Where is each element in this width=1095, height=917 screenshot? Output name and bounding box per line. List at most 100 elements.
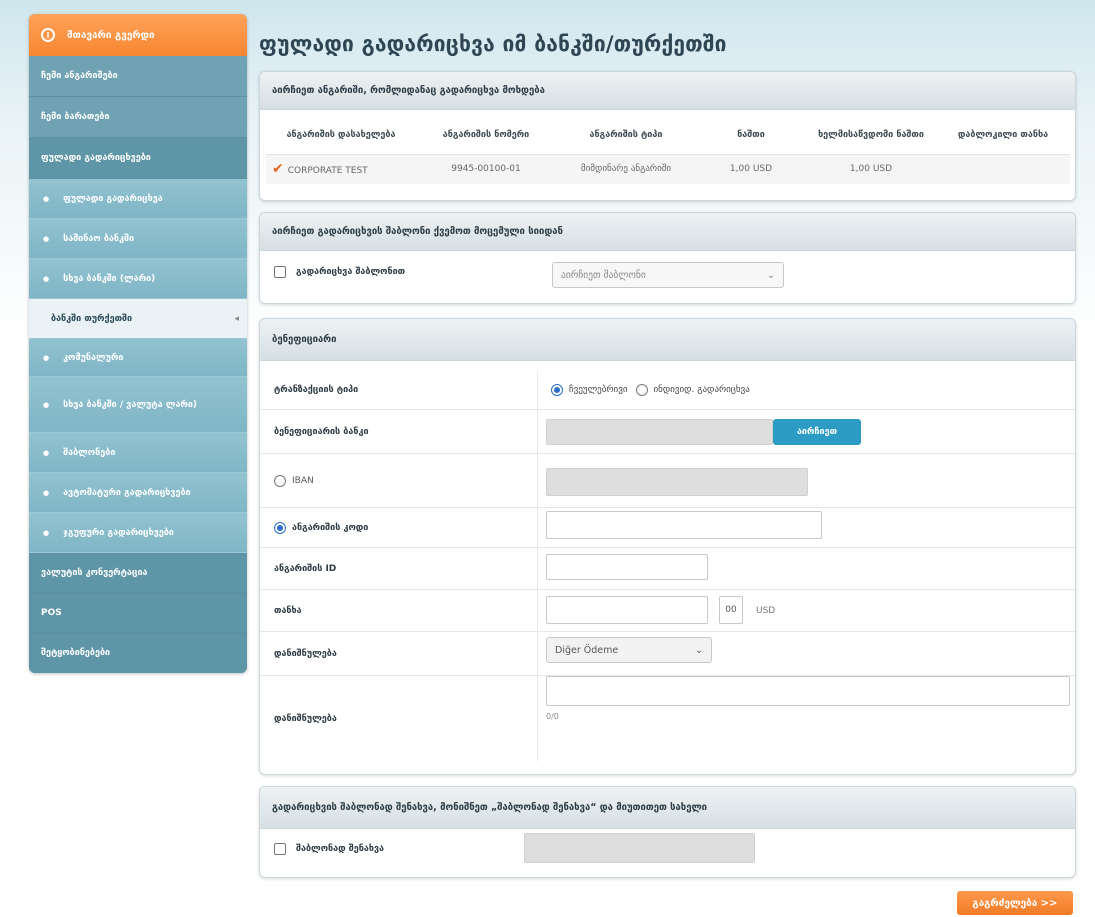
home-icon: i [41, 28, 55, 42]
sidebar-subitem-label: კომუნალური [63, 352, 124, 363]
accounts-table: ანგარიშის დასახელება ანგარიშის ნომერი ან… [266, 116, 1070, 184]
bank-input [546, 419, 773, 445]
purpose-label: დანიშნულება [274, 648, 337, 659]
sidebar: i მთავარი გვერდი ჩემი ანგარიშები ჩემი ბა… [29, 14, 247, 673]
template-checkbox-row[interactable]: გადარიცხვა შაბლონით [274, 266, 405, 278]
accounts-panel-title: აირჩიეთ ანგარიში, რომლიდანაც გადარიცხვა … [260, 72, 1075, 110]
table-row[interactable]: ✔ CORPORATE TEST 9945-00100-01 მიმდინარე … [266, 153, 1070, 184]
template-panel-title: აირჩიეთ გადარიცხვის შაბლონი ქვემოთ მოცემ… [260, 213, 1075, 251]
purpose-row: დანიშნულება Diğer Ödeme ⌄ [260, 632, 1075, 676]
sidebar-subitem-other-bank-currency[interactable]: ● სხვა ბანკში / ვალუტა ლარი) [29, 377, 247, 433]
bullet-icon: ● [43, 194, 50, 203]
sidebar-subitem-label: სხვა ბანკში (ლარი) [63, 273, 156, 284]
save-template-panel-title: გადარიცხვის შაბლონად შენახვა, მონიშნეთ „… [260, 787, 1075, 829]
bullet-icon: ● [43, 528, 50, 537]
accounts-panel: აირჩიეთ ანგარიში, რომლიდანაც გადარიცხვა … [259, 71, 1076, 201]
template-checkbox-label: გადარიცხვა შაბლონით [296, 267, 406, 277]
sidebar-subitem-templates[interactable]: ● შაბლონები [29, 433, 247, 473]
amount-label: თანხა [274, 605, 302, 616]
iban-row: IBAN [260, 454, 1075, 508]
sidebar-home[interactable]: i მთავარი გვერდი [29, 14, 247, 56]
sidebar-subitem-label: საშინაო ბანკში [63, 233, 135, 244]
column-header: ხელმისაწვდომი ნაშთი [818, 129, 924, 140]
column-header: ანგარიშის დასახელება [286, 129, 396, 140]
purpose-select[interactable]: Diğer Ödeme ⌄ [546, 637, 712, 663]
save-template-checkbox-row[interactable]: შაბლონად შენახვა [274, 843, 384, 855]
sidebar-item-conversion[interactable]: ვალუტის კონვერტაცია [29, 553, 247, 593]
transfer-type-options: ჩვეულებრივი ინდივიდ. გადარიცხვა [551, 384, 750, 396]
bullet-icon: ● [43, 488, 50, 497]
account-code-radio[interactable] [274, 521, 286, 534]
bullet-icon: ● [43, 448, 50, 457]
sidebar-item-cards[interactable]: ჩემი ბარათები [29, 97, 247, 138]
sidebar-item-transfers[interactable]: ფულადი გადარიცხვები [29, 138, 247, 179]
amount-cents-input[interactable]: 00 [719, 596, 743, 624]
table-header-row: ანგარიშის დასახელება ანგარიშის ნომერი ან… [266, 116, 1070, 154]
sidebar-subitem-label: ფულადი გადარიცხვა [63, 193, 163, 204]
transfer-type-radio-regular[interactable] [551, 384, 563, 396]
sidebar-subitem-turkey[interactable]: ბანკში თურქეთში ◂ [29, 299, 247, 339]
sidebar-item-notifications[interactable]: შეტყობინებები [29, 633, 247, 673]
page-title: ფულადი გადარიცხვა იმ ბანკში/თურქეთში [259, 32, 727, 56]
account-code-row: ანგარიშის კოდი [260, 508, 1075, 548]
bullet-icon: ● [43, 400, 50, 409]
sidebar-item-label: შეტყობინებები [41, 648, 111, 658]
account-type: მიმდინარე ანგარიში [556, 153, 696, 184]
checkmark-icon: ✔ [272, 161, 284, 178]
account-name-cell: ✔ CORPORATE TEST [266, 153, 416, 184]
chevron-left-icon: ◂ [234, 313, 239, 324]
sidebar-home-label: მთავარი გვერდი [67, 29, 155, 41]
beneficiary-panel: ბენეფიციარი ტრანზაქციის ტიპი ჩვეულებრივი… [259, 318, 1076, 775]
amount-row: თანხა 00 USD [260, 590, 1075, 632]
amount-input[interactable] [546, 596, 708, 624]
template-select-value: აირჩიეთ შაბლონი [561, 269, 646, 281]
transfer-type-option-label: ინდივიდ. გადარიცხვა [653, 385, 750, 395]
column-header: დაბლოკილი თანხა [957, 129, 1049, 140]
account-id-label: ანგარიშის ID [274, 563, 337, 574]
iban-radio[interactable] [274, 474, 286, 487]
account-code-input[interactable] [546, 511, 822, 539]
chevron-down-icon: ⌄ [695, 644, 703, 656]
bullet-icon: ● [43, 234, 50, 243]
sidebar-item-accounts[interactable]: ჩემი ანგარიშები [29, 56, 247, 97]
sidebar-item-label: ფულადი გადარიცხვები [41, 153, 151, 163]
sidebar-item-label: ჩემი ანგარიშები [41, 71, 118, 81]
template-select[interactable]: აირჩიეთ შაბლონი ⌄ [552, 262, 784, 288]
account-number: 9945-00100-01 [416, 153, 556, 184]
sidebar-item-label: POS [41, 607, 62, 618]
purpose-select-value: Diğer Ödeme [555, 644, 619, 656]
sidebar-subitem-internal[interactable]: ● საშინაო ბანკში [29, 219, 247, 259]
sidebar-subitem-automatic[interactable]: ● ავტომატური გადარიცხვები [29, 473, 247, 513]
comment-textarea[interactable] [546, 676, 1070, 706]
chevron-down-icon: ⌄ [767, 269, 775, 281]
account-blocked [936, 153, 1070, 184]
iban-label: IBAN [292, 475, 314, 486]
sidebar-subitem-group[interactable]: ● ჯგუფური გადარიცხვები [29, 513, 247, 553]
column-header: ანგარიშის ნომერი [442, 129, 530, 140]
sidebar-subitem-label: ბანკში თურქეთში [51, 313, 133, 324]
sidebar-item-pos[interactable]: POS [29, 593, 247, 633]
sidebar-subitem-label: ჯგუფური გადარიცხვები [63, 527, 174, 538]
currency-label: USD [756, 606, 776, 616]
sidebar-subitem-label: შაბლონები [63, 447, 116, 458]
account-id-input[interactable] [546, 554, 708, 580]
sidebar-item-label: ვალუტის კონვერტაცია [41, 567, 148, 578]
choose-bank-button[interactable]: აირჩიეთ [773, 419, 861, 445]
sidebar-subitem-transfer[interactable]: ● ფულადი გადარიცხვა [29, 179, 247, 219]
bullet-icon: ● [43, 274, 50, 283]
next-button[interactable]: გაგრძელება >> [957, 891, 1073, 915]
sidebar-subitem-label: ავტომატური გადარიცხვები [63, 487, 191, 498]
account-code-label: ანგარიშის კოდი [292, 522, 369, 533]
sidebar-subitem-utility[interactable]: ● კომუნალური [29, 339, 247, 377]
transfer-type-radio-individual[interactable] [635, 384, 648, 396]
transfer-type-row: ტრანზაქციის ტიპი ჩვეულებრივი ინდივიდ. გა… [260, 371, 1075, 410]
template-checkbox[interactable] [274, 266, 286, 278]
iban-input [546, 468, 808, 496]
comment-row: დანიშნულება 0/0 [260, 676, 1075, 761]
bank-row: ბენეფიციარის ბანკი აირჩიეთ [260, 410, 1075, 454]
transfer-type-label: ტრანზაქციის ტიპი [274, 385, 359, 395]
account-available: 1,00 USD [806, 153, 936, 184]
template-name-input [524, 833, 755, 863]
save-template-checkbox[interactable] [274, 843, 286, 855]
sidebar-subitem-other-bank-gel[interactable]: ● სხვა ბანკში (ლარი) [29, 259, 247, 299]
